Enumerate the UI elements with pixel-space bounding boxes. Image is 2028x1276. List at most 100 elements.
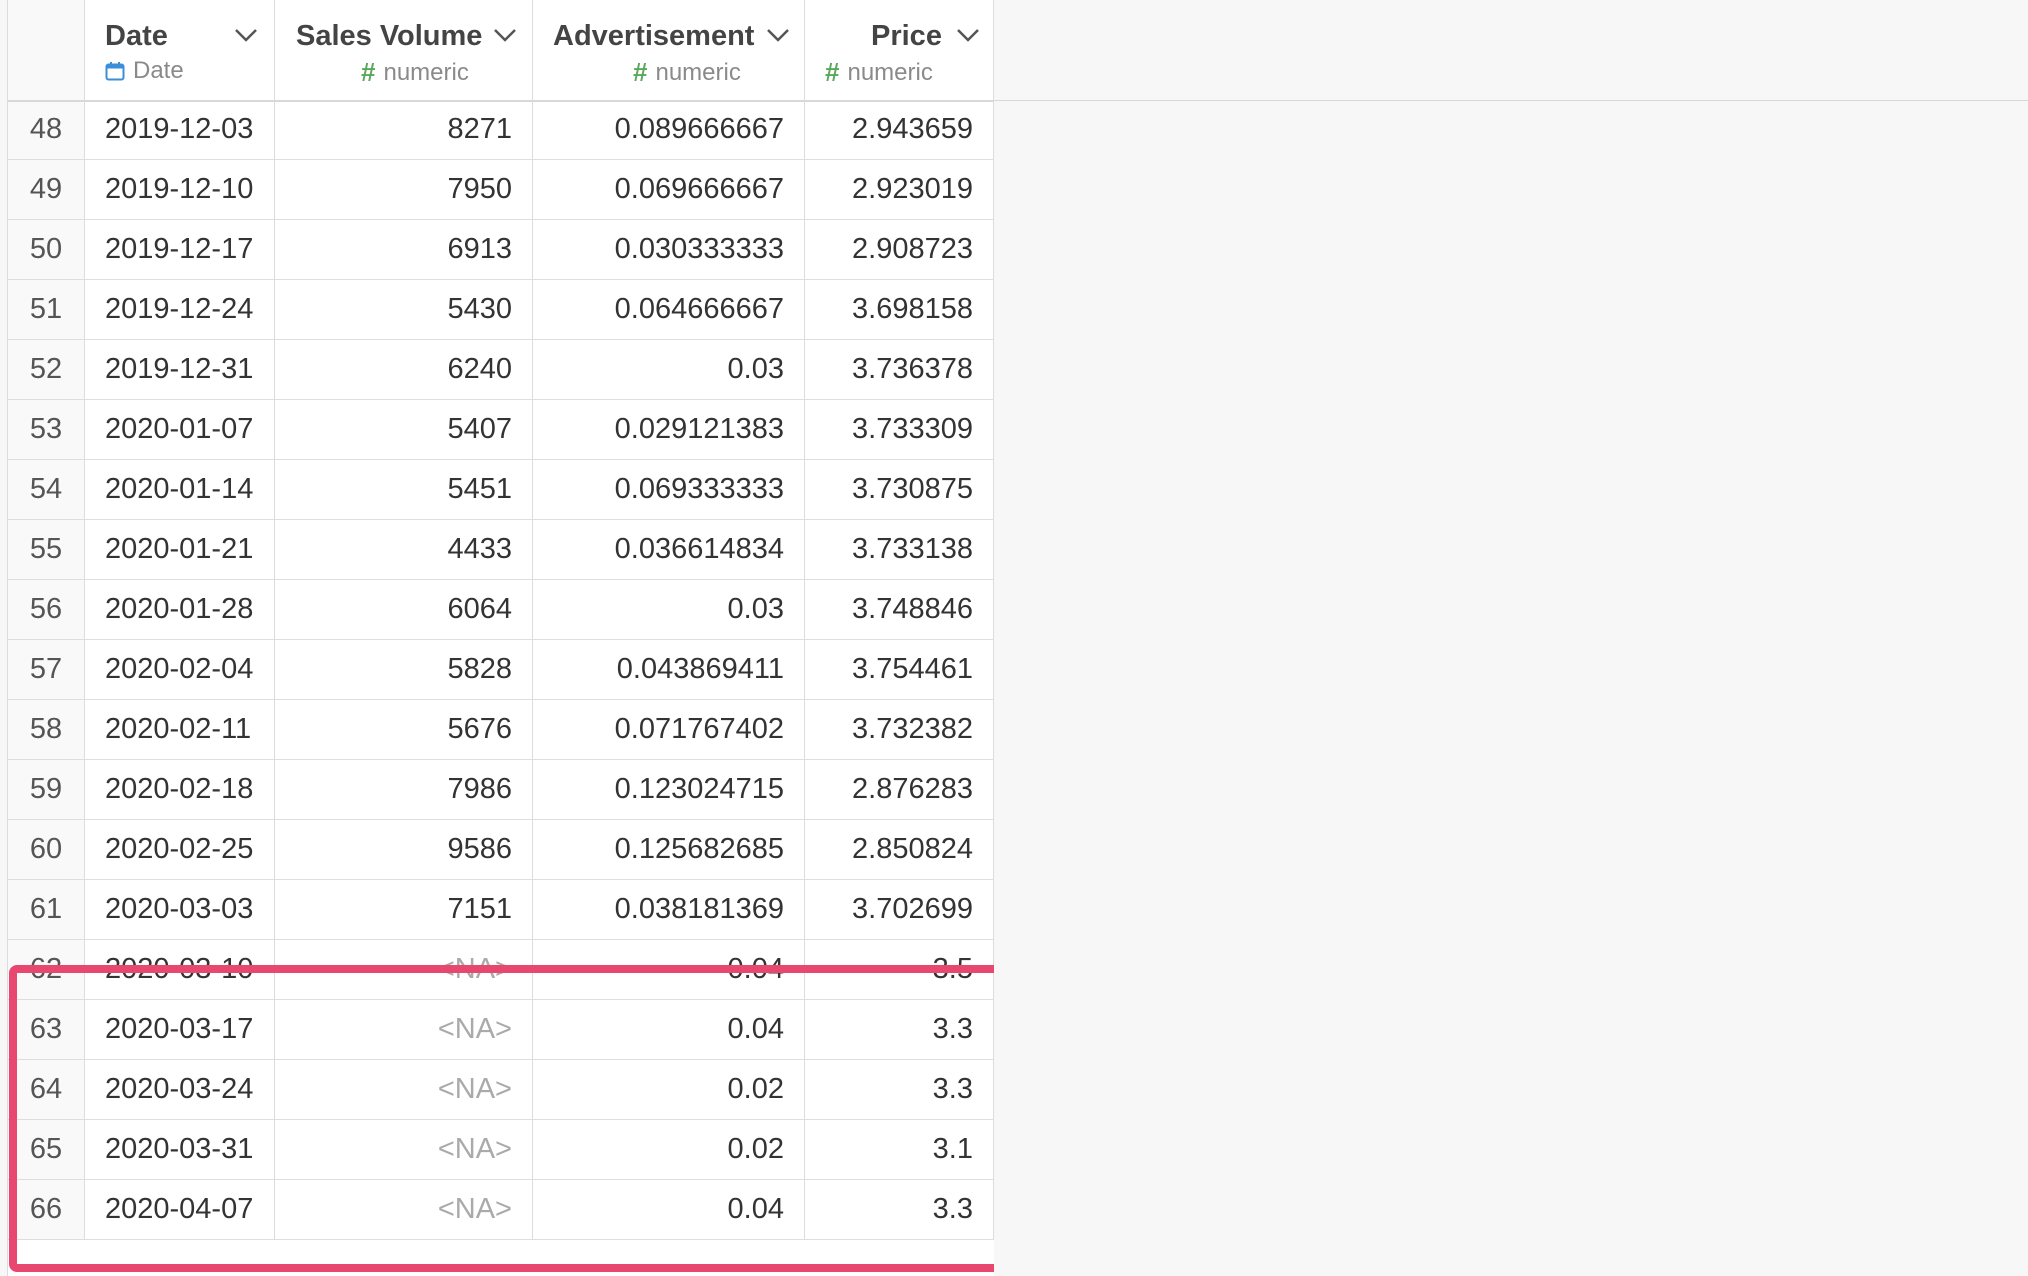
- price-cell[interactable]: 3.3: [805, 1000, 994, 1059]
- price-cell[interactable]: 3.732382: [805, 700, 994, 759]
- column-header-advertisement[interactable]: Advertisement # numeric: [533, 0, 805, 100]
- sales-volume-cell[interactable]: <NA>: [275, 1120, 533, 1179]
- row-index-cell[interactable]: 51: [8, 280, 85, 339]
- date-cell[interactable]: 2019-12-10: [85, 160, 275, 219]
- date-cell[interactable]: 2020-01-07: [85, 400, 275, 459]
- row-index-cell[interactable]: 53: [8, 400, 85, 459]
- date-cell[interactable]: 2020-04-07: [85, 1180, 275, 1239]
- advertisement-cell[interactable]: 0.02: [533, 1120, 805, 1179]
- advertisement-cell[interactable]: 0.089666667: [533, 100, 805, 159]
- sales-volume-cell[interactable]: 7986: [275, 760, 533, 819]
- row-index-cell[interactable]: 62: [8, 940, 85, 999]
- table-row[interactable]: 56 2020-01-28 6064 0.03 3.748846: [8, 580, 994, 640]
- table-row[interactable]: 54 2020-01-14 5451 0.069333333 3.730875: [8, 460, 994, 520]
- row-index-cell[interactable]: 63: [8, 1000, 85, 1059]
- date-cell[interactable]: 2019-12-24: [85, 280, 275, 339]
- date-cell[interactable]: 2020-01-14: [85, 460, 275, 519]
- row-index-cell[interactable]: 54: [8, 460, 85, 519]
- table-row[interactable]: 57 2020-02-04 5828 0.043869411 3.754461: [8, 640, 994, 700]
- table-row[interactable]: 55 2020-01-21 4433 0.036614834 3.733138: [8, 520, 994, 580]
- date-cell[interactable]: 2019-12-31: [85, 340, 275, 399]
- advertisement-cell[interactable]: 0.04: [533, 1180, 805, 1239]
- sales-volume-cell[interactable]: <NA>: [275, 1000, 533, 1059]
- table-row[interactable]: 53 2020-01-07 5407 0.029121383 3.733309: [8, 400, 994, 460]
- chevron-down-icon[interactable]: [765, 26, 791, 44]
- sales-volume-cell[interactable]: 7950: [275, 160, 533, 219]
- advertisement-cell[interactable]: 0.038181369: [533, 880, 805, 939]
- price-cell[interactable]: 2.876283: [805, 760, 994, 819]
- date-cell[interactable]: 2020-02-11: [85, 700, 275, 759]
- advertisement-cell[interactable]: 0.123024715: [533, 760, 805, 819]
- advertisement-cell[interactable]: 0.069333333: [533, 460, 805, 519]
- date-cell[interactable]: 2019-12-17: [85, 220, 275, 279]
- sales-volume-cell[interactable]: 9586: [275, 820, 533, 879]
- sales-volume-cell[interactable]: <NA>: [275, 1060, 533, 1119]
- row-index-cell[interactable]: 57: [8, 640, 85, 699]
- table-row[interactable]: 63 2020-03-17 <NA> 0.04 3.3: [8, 1000, 994, 1060]
- date-cell[interactable]: 2020-02-18: [85, 760, 275, 819]
- advertisement-cell[interactable]: 0.071767402: [533, 700, 805, 759]
- table-row[interactable]: 48 2019-12-03 8271 0.089666667 2.943659: [8, 100, 994, 160]
- table-row[interactable]: 50 2019-12-17 6913 0.030333333 2.908723: [8, 220, 994, 280]
- advertisement-cell[interactable]: 0.04: [533, 1000, 805, 1059]
- advertisement-cell[interactable]: 0.02: [533, 1060, 805, 1119]
- price-cell[interactable]: 2.923019: [805, 160, 994, 219]
- row-index-cell[interactable]: 64: [8, 1060, 85, 1119]
- date-cell[interactable]: 2019-12-03: [85, 100, 275, 159]
- sales-volume-cell[interactable]: 6064: [275, 580, 533, 639]
- price-cell[interactable]: 3.754461: [805, 640, 994, 699]
- price-cell[interactable]: 3.3: [805, 1060, 994, 1119]
- price-cell[interactable]: 3.736378: [805, 340, 994, 399]
- price-cell[interactable]: 3.3: [805, 1180, 994, 1239]
- sales-volume-cell[interactable]: <NA>: [275, 1180, 533, 1239]
- table-row[interactable]: 51 2019-12-24 5430 0.064666667 3.698158: [8, 280, 994, 340]
- table-row[interactable]: 52 2019-12-31 6240 0.03 3.736378: [8, 340, 994, 400]
- row-index-cell[interactable]: 61: [8, 880, 85, 939]
- table-row[interactable]: 65 2020-03-31 <NA> 0.02 3.1: [8, 1120, 994, 1180]
- date-cell[interactable]: 2020-03-31: [85, 1120, 275, 1179]
- date-cell[interactable]: 2020-03-17: [85, 1000, 275, 1059]
- date-cell[interactable]: 2020-02-04: [85, 640, 275, 699]
- table-row[interactable]: 58 2020-02-11 5676 0.071767402 3.732382: [8, 700, 994, 760]
- sales-volume-cell[interactable]: 6913: [275, 220, 533, 279]
- sales-volume-cell[interactable]: 5430: [275, 280, 533, 339]
- row-index-cell[interactable]: 50: [8, 220, 85, 279]
- row-index-cell[interactable]: 52: [8, 340, 85, 399]
- table-row[interactable]: 62 2020-03-10 <NA> 0.04 3.5: [8, 940, 994, 1000]
- row-index-cell[interactable]: 48: [8, 100, 85, 159]
- sales-volume-cell[interactable]: 8271: [275, 100, 533, 159]
- table-row[interactable]: 61 2020-03-03 7151 0.038181369 3.702699: [8, 880, 994, 940]
- sales-volume-cell[interactable]: <NA>: [275, 940, 533, 999]
- price-cell[interactable]: 2.943659: [805, 100, 994, 159]
- column-header-sales-volume[interactable]: Sales Volume # numeric: [275, 0, 533, 100]
- price-cell[interactable]: 3.698158: [805, 280, 994, 339]
- sales-volume-cell[interactable]: 5407: [275, 400, 533, 459]
- chevron-down-icon[interactable]: [955, 26, 981, 44]
- chevron-down-icon[interactable]: [233, 26, 259, 44]
- sales-volume-cell[interactable]: 6240: [275, 340, 533, 399]
- sales-volume-cell[interactable]: 4433: [275, 520, 533, 579]
- price-cell[interactable]: 3.1: [805, 1120, 994, 1179]
- date-cell[interactable]: 2020-03-24: [85, 1060, 275, 1119]
- advertisement-cell[interactable]: 0.036614834: [533, 520, 805, 579]
- sales-volume-cell[interactable]: 5676: [275, 700, 533, 759]
- advertisement-cell[interactable]: 0.125682685: [533, 820, 805, 879]
- price-cell[interactable]: 3.733138: [805, 520, 994, 579]
- advertisement-cell[interactable]: 0.03: [533, 340, 805, 399]
- advertisement-cell[interactable]: 0.043869411: [533, 640, 805, 699]
- row-index-cell[interactable]: 55: [8, 520, 85, 579]
- sales-volume-cell[interactable]: 5451: [275, 460, 533, 519]
- date-cell[interactable]: 2020-02-25: [85, 820, 275, 879]
- price-cell[interactable]: 3.5: [805, 940, 994, 999]
- advertisement-cell[interactable]: 0.029121383: [533, 400, 805, 459]
- sales-volume-cell[interactable]: 5828: [275, 640, 533, 699]
- price-cell[interactable]: 3.748846: [805, 580, 994, 639]
- row-index-cell[interactable]: 60: [8, 820, 85, 879]
- advertisement-cell[interactable]: 0.069666667: [533, 160, 805, 219]
- row-index-cell[interactable]: 65: [8, 1120, 85, 1179]
- date-cell[interactable]: 2020-01-28: [85, 580, 275, 639]
- price-cell[interactable]: 3.730875: [805, 460, 994, 519]
- price-cell[interactable]: 2.908723: [805, 220, 994, 279]
- advertisement-cell[interactable]: 0.064666667: [533, 280, 805, 339]
- sales-volume-cell[interactable]: 7151: [275, 880, 533, 939]
